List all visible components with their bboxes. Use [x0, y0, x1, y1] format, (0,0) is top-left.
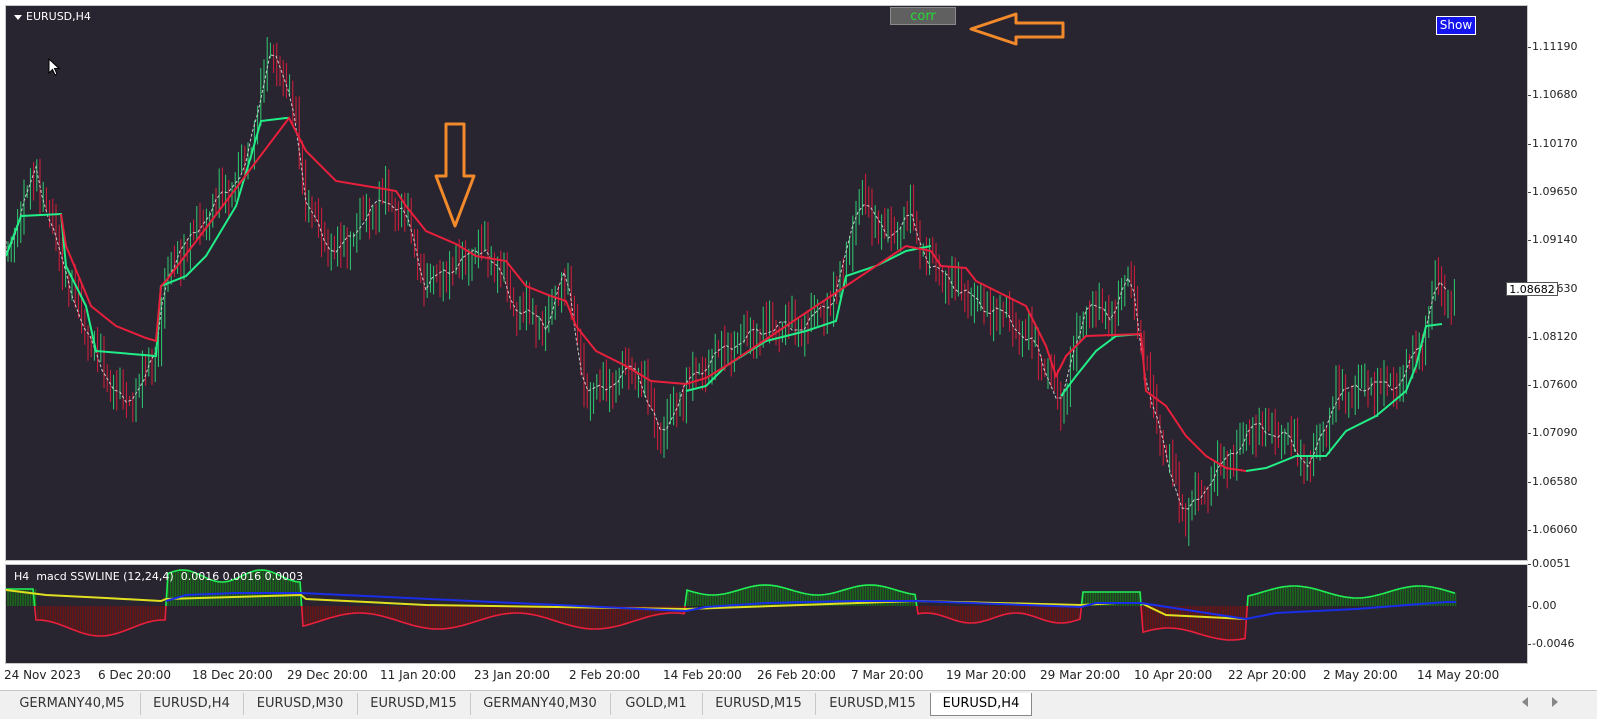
- down-arrow-icon: [434, 122, 476, 228]
- price-tick-label: 1.06580: [1528, 474, 1578, 488]
- support-line: [1060, 333, 1142, 397]
- indicator-tick-label: -0.0046: [1527, 637, 1575, 650]
- price-tick-label: 1.10170: [1528, 136, 1578, 150]
- time-tick-label: 19 Mar 20:00: [946, 668, 1027, 682]
- time-tick-label: 11 Jan 20:00: [380, 668, 456, 682]
- time-tick-label: 2 Feb 20:00: [569, 668, 641, 682]
- time-axis[interactable]: 24 Nov 2023 6 Dec 20:00 18 Dec 20:00 29 Dec…: [0, 664, 1528, 686]
- indicator-tick-label: 0.0051: [1528, 557, 1571, 570]
- time-tick-label: 6 Dec 20:00: [98, 668, 172, 682]
- chart-window[interactable]: EURUSD,H4 corr Show 1.11190 1.10680 1.1017…: [0, 0, 1597, 690]
- indicator-tick-label: 0.00: [1528, 599, 1557, 612]
- time-tick-label: 7 Mar 20:00: [851, 668, 924, 682]
- collapse-triangle-icon[interactable]: [14, 14, 22, 20]
- price-tick-label: 1.09650: [1528, 184, 1578, 198]
- price-tick-label: 1.10680: [1528, 88, 1578, 102]
- time-tick-label: 29 Mar 20:00: [1040, 668, 1121, 682]
- price-chart-pane[interactable]: EURUSD,H4: [5, 5, 1528, 561]
- chart-tab[interactable]: GOLD,M1: [610, 693, 703, 715]
- chart-tab[interactable]: EURUSD,M15: [702, 693, 816, 715]
- symbol-label-text: EURUSD,H4: [26, 10, 91, 23]
- indicator-scale[interactable]: 0.0051 0.00 -0.0046: [1527, 557, 1597, 664]
- symbol-label: EURUSD,H4: [14, 10, 91, 23]
- corr-button[interactable]: corr: [890, 7, 956, 25]
- time-tick-label: 29 Dec 20:00: [287, 668, 368, 682]
- time-tick-label: 10 Apr 20:00: [1134, 668, 1213, 682]
- time-tick-label: 18 Dec 20:00: [192, 668, 273, 682]
- macd-indicator-pane[interactable]: H4 macd SSWLINE (12,24,4) 0.0016 0.0016 …: [5, 564, 1528, 664]
- price-tick-label: 1.07600: [1528, 378, 1578, 392]
- time-tick-label: 14 Feb 20:00: [663, 668, 742, 682]
- chart-tab[interactable]: EURUSD,M15: [357, 693, 471, 715]
- time-tick-label: 2 May 20:00: [1323, 668, 1398, 682]
- current-price-label: 1.08682: [1506, 282, 1558, 296]
- time-tick-label: 26 Feb 20:00: [757, 668, 836, 682]
- chart-tab[interactable]: EURUSD,M15: [815, 693, 931, 715]
- indicator-label: H4 macd SSWLINE (12,24,4) 0.0016 0.0016 …: [14, 570, 304, 583]
- time-tick-label: 23 Jan 20:00: [474, 668, 550, 682]
- price-tick-label: 1.11190: [1528, 40, 1578, 53]
- left-arrow-icon: [969, 12, 1065, 46]
- support-line: [6, 117, 289, 358]
- tab-active-chart[interactable]: EURUSD,H4: [930, 693, 1032, 716]
- time-tick-label: 24 Nov 2023: [4, 668, 81, 682]
- price-tick-label: 1.06060: [1528, 523, 1578, 536]
- chart-tab[interactable]: EURUSD,M30: [243, 693, 358, 715]
- show-button[interactable]: Show: [1436, 16, 1476, 35]
- price-tick-label: 1.08120: [1528, 329, 1578, 343]
- chart-tab[interactable]: EURUSD,H4: [140, 693, 244, 715]
- time-tick-label: 14 May 20:00: [1417, 668, 1500, 682]
- price-chart-canvas[interactable]: [6, 6, 1527, 560]
- midline: [6, 54, 1447, 510]
- chart-tab-bar: GERMANY40,M5 EURUSD,H4 EURUSD,M30 EURUSD,M1…: [0, 690, 1597, 719]
- mouse-cursor-icon: [48, 58, 61, 76]
- scroll-left-icon[interactable]: [1522, 697, 1528, 707]
- price-tick-label: 1.09140: [1528, 233, 1578, 247]
- price-tick-label: 1.07090: [1528, 426, 1578, 440]
- chart-tab[interactable]: GERMANY40,M30: [470, 693, 611, 715]
- time-tick-label: 22 Apr 20:00: [1228, 668, 1307, 682]
- scroll-right-icon[interactable]: [1552, 697, 1558, 707]
- chart-tab[interactable]: GERMANY40,M5: [4, 693, 141, 715]
